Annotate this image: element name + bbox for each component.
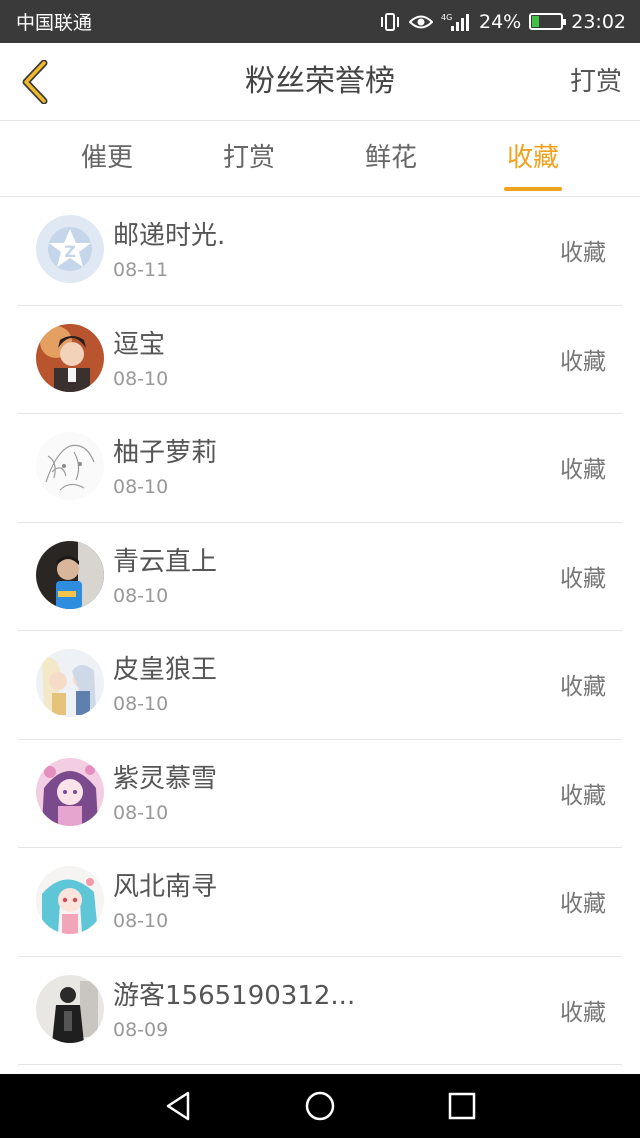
avatar bbox=[36, 757, 104, 826]
tab-label: 收藏 bbox=[506, 143, 559, 173]
tab-urge[interactable]: 催更 bbox=[52, 121, 162, 197]
fan-action-label: 收藏 bbox=[560, 782, 606, 809]
list-item[interactable]: 青云直上 08-10 收藏 bbox=[18, 523, 622, 631]
tab-favorites[interactable]: 收藏 bbox=[478, 121, 588, 197]
list-item[interactable]: 游客1565190312... 08-09 收藏 bbox=[18, 957, 622, 1065]
tab-label: 打赏 bbox=[222, 143, 275, 173]
active-tab-indicator bbox=[504, 187, 562, 191]
fan-date: 08-11 bbox=[113, 259, 169, 281]
fan-date: 08-10 bbox=[113, 476, 169, 498]
battery-icon bbox=[529, 13, 567, 30]
fan-name: 紫灵慕雪 bbox=[113, 763, 218, 794]
list-item[interactable]: 风北南寻 08-10 收藏 bbox=[18, 848, 622, 957]
fan-name: 游客1565190312... bbox=[113, 980, 356, 1011]
fan-name: 青云直上 bbox=[113, 546, 218, 577]
tab-reward[interactable]: 打赏 bbox=[194, 121, 304, 197]
clock: 23:02 bbox=[571, 10, 626, 33]
fan-action-label: 收藏 bbox=[560, 348, 606, 375]
tab-flowers[interactable]: 鲜花 bbox=[336, 121, 446, 197]
fan-date: 08-10 bbox=[113, 910, 169, 932]
avatar bbox=[36, 540, 104, 609]
fan-action-label: 收藏 bbox=[560, 674, 606, 700]
eye-icon bbox=[409, 13, 433, 31]
recents-square-icon[interactable] bbox=[444, 1088, 480, 1124]
fan-name: 柚子萝莉 bbox=[113, 438, 218, 468]
avatar bbox=[36, 432, 104, 500]
avatar bbox=[36, 649, 104, 717]
tab-bar: 催更 打赏 鲜花 收藏 bbox=[0, 121, 640, 197]
fan-action-label: 收藏 bbox=[560, 457, 606, 483]
back-triangle-icon[interactable] bbox=[160, 1088, 196, 1124]
avatar: Z bbox=[36, 215, 104, 283]
fan-name: 皮皇狼王 bbox=[113, 655, 218, 685]
avatar bbox=[36, 323, 104, 392]
fan-name: 邮递时光. bbox=[113, 221, 226, 251]
fan-action-label: 收藏 bbox=[560, 999, 606, 1026]
list-item[interactable]: Z 邮递时光. 08-11 收藏 bbox=[18, 197, 622, 306]
avatar bbox=[36, 866, 104, 934]
header-bar: 粉丝荣誉榜 打赏 bbox=[0, 43, 640, 121]
system-nav-bar bbox=[0, 1074, 640, 1138]
chevron-left-icon bbox=[22, 60, 48, 104]
signal-icon: 4G bbox=[441, 12, 471, 32]
home-circle-icon[interactable] bbox=[302, 1088, 338, 1124]
list-item[interactable]: 紫灵慕雪 08-10 收藏 bbox=[18, 740, 622, 848]
page-title: 粉丝荣誉榜 bbox=[245, 64, 395, 99]
vibrate-icon bbox=[379, 12, 401, 32]
fan-date: 08-10 bbox=[113, 367, 169, 390]
fan-list: Z 邮递时光. 08-11 收藏 逗宝 08-10 收藏 柚子萝莉 08-10 … bbox=[0, 197, 640, 1065]
carrier-label: 中国联通 bbox=[16, 12, 93, 34]
list-item[interactable]: 逗宝 08-10 收藏 bbox=[18, 306, 622, 414]
fan-action-label: 收藏 bbox=[560, 891, 606, 917]
fan-date: 08-10 bbox=[113, 584, 169, 607]
svg-text:Z: Z bbox=[64, 242, 76, 261]
reward-button[interactable]: 打赏 bbox=[570, 43, 622, 121]
fan-date: 08-10 bbox=[113, 693, 169, 715]
list-item[interactable]: 皮皇狼王 08-10 收藏 bbox=[18, 631, 622, 740]
back-button[interactable] bbox=[14, 57, 56, 107]
fan-action-label: 收藏 bbox=[560, 240, 606, 266]
list-item[interactable]: 柚子萝莉 08-10 收藏 bbox=[18, 414, 622, 523]
tab-label: 鲜花 bbox=[364, 143, 417, 173]
fan-date: 08-10 bbox=[113, 801, 169, 824]
avatar bbox=[36, 974, 104, 1043]
fan-date: 08-09 bbox=[113, 1018, 169, 1041]
tab-label: 催更 bbox=[80, 143, 133, 173]
fan-action-label: 收藏 bbox=[560, 565, 606, 592]
status-bar: 中国联通 4G 24% 23:02 bbox=[0, 0, 640, 43]
network-type-label: 4G bbox=[441, 13, 452, 22]
fan-name: 逗宝 bbox=[113, 329, 166, 360]
fan-name: 风北南寻 bbox=[113, 872, 218, 902]
battery-percent: 24% bbox=[479, 10, 522, 33]
